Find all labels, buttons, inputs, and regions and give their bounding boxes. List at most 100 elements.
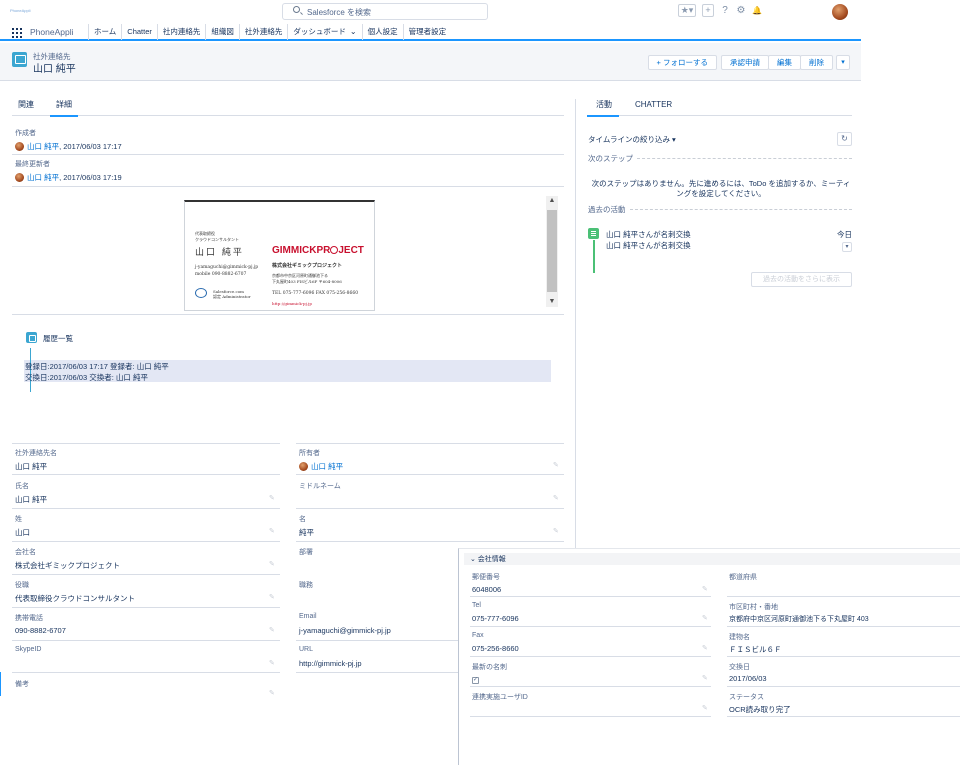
edit-pencil-icon[interactable]: ✎ — [269, 560, 275, 568]
note-label: 備考 — [15, 681, 29, 688]
latest-card-checkbox: ✓ — [472, 674, 479, 684]
building-label: 建物名 — [729, 634, 750, 641]
created-by-user-link[interactable]: 山口 純平 — [27, 142, 59, 151]
follow-button[interactable]: + フォローする — [647, 55, 717, 70]
nav-item-internal-contacts[interactable]: 社内連絡先 — [156, 24, 206, 40]
edit-pencil-icon[interactable]: ✎ — [702, 674, 708, 682]
show-more-activity-button[interactable]: 過去の活動をさらに表示 — [751, 272, 852, 287]
activity-item-menu-chevron-down-icon[interactable]: ▾ — [842, 242, 852, 252]
mobile-label: 携帯電話 — [15, 615, 43, 622]
owner-value: 山口 純平 — [299, 461, 343, 472]
dashed-divider — [630, 209, 852, 210]
tab-related[interactable]: 関連 — [12, 99, 40, 116]
middle-name-label: ミドルネーム — [299, 483, 341, 490]
no-next-steps-message-2: ングを設定してください。 — [676, 189, 766, 198]
activity-item-date: 今日 — [837, 230, 852, 239]
tel-value: 075-777-6096 — [472, 614, 519, 623]
timeline-filter-dropdown[interactable]: タイムラインの絞り込み ▾ — [588, 134, 676, 145]
tab-activity[interactable]: 活動 — [587, 99, 619, 117]
nav-item-external-contacts[interactable]: 社外連絡先 — [238, 24, 288, 40]
fax-value: 075-256-8660 — [472, 644, 519, 653]
company-info-section-header[interactable]: ⌄ 会社情報 — [464, 553, 960, 565]
modified-by-user-link[interactable]: 山口 純平 — [27, 173, 59, 182]
scrollbar-thumb[interactable] — [547, 210, 557, 292]
divider — [296, 508, 564, 509]
tab-details[interactable]: 詳細 — [50, 99, 78, 117]
card-brand-a: GIMMICKPR — [272, 245, 331, 256]
help-icon[interactable]: ? — [720, 5, 730, 16]
global-actions-plus-icon[interactable]: + — [702, 4, 714, 17]
edit-button[interactable]: 編集 — [768, 55, 801, 70]
nav-item-chatter[interactable]: Chatter — [121, 24, 157, 40]
edit-pencil-icon[interactable]: ✎ — [269, 626, 275, 634]
chevron-down-icon[interactable]: ⌄ — [350, 27, 357, 36]
edit-pencil-icon[interactable]: ✎ — [269, 593, 275, 601]
prefecture-label: 都道府県 — [729, 574, 757, 581]
edit-pencil-icon[interactable]: ✎ — [553, 527, 559, 535]
edit-pencil-icon[interactable]: ✎ — [269, 689, 275, 697]
edit-pencil-icon[interactable]: ✎ — [702, 585, 708, 593]
nav-item-admin-settings[interactable]: 管理者設定 — [402, 24, 452, 40]
user-avatar[interactable] — [832, 4, 848, 20]
edit-pencil-icon[interactable]: ✎ — [269, 494, 275, 502]
delete-button[interactable]: 削除 — [800, 55, 833, 70]
postal-code-label: 郵便番号 — [472, 574, 500, 581]
more-actions-dropdown[interactable]: ▾ — [836, 55, 850, 70]
nav-item-dashboard[interactable]: ダッシュボード ⌄ — [287, 24, 361, 40]
scroll-up-arrow-icon[interactable]: ▲ — [546, 196, 558, 206]
activity-item-subtitle: 山口 純平さんが名刺交換 — [606, 241, 691, 250]
tel-label: Tel — [472, 602, 481, 609]
card-title-small2: クラウドコンサルタント — [195, 237, 239, 242]
global-search-input[interactable]: Salesforce を検索 — [282, 3, 488, 20]
created-by-value: 山口 純平, 2017/06/03 17:17 — [15, 141, 122, 152]
edit-pencil-icon[interactable]: ✎ — [269, 659, 275, 667]
url-link[interactable]: http://gimmick-pj.jp — [299, 659, 362, 668]
divider — [296, 474, 564, 475]
scroll-down-arrow-icon[interactable]: ▼ — [546, 297, 558, 307]
email-label: Email — [299, 613, 317, 620]
contact-name-label: 社外連絡先名 — [15, 450, 57, 457]
refresh-icon[interactable]: ↻ — [837, 132, 852, 146]
edit-pencil-icon[interactable]: ✎ — [269, 527, 275, 535]
position-label: 職務 — [299, 582, 313, 589]
activity-item-title-link[interactable]: 山口 純平さんが名刺交換 — [606, 229, 691, 240]
edit-pencil-icon[interactable]: ✎ — [553, 494, 559, 502]
email-value: j-yamaguchi@gimmick-pj.jp — [299, 626, 391, 635]
divider — [727, 686, 960, 687]
setup-gear-icon[interactable]: ⚙ — [736, 5, 746, 16]
dashed-divider — [637, 158, 852, 159]
card-tel: TEL 075-777-6096 FAX 075-256-8660 — [272, 291, 359, 296]
header-icons: ★▾ + ? ⚙ 🔔 — [678, 4, 762, 17]
nav-item-home[interactable]: ホーム — [88, 24, 121, 40]
modified-by-value: 山口 純平, 2017/06/03 17:19 — [15, 172, 122, 183]
activity-task-icon — [588, 228, 599, 239]
divider — [296, 541, 564, 542]
next-steps-heading: 次のステップ — [588, 154, 633, 163]
notifications-bell-icon[interactable]: 🔔 — [752, 5, 762, 16]
app-launcher-icon[interactable] — [12, 28, 22, 38]
edit-pencil-icon[interactable]: ✎ — [702, 644, 708, 652]
company-info-section-title: ⌄ 会社情報 — [470, 556, 506, 563]
nav-item-personal-settings[interactable]: 個人設定 — [361, 24, 403, 40]
edit-pencil-icon[interactable]: ✎ — [702, 614, 708, 622]
fullname-label: 氏名 — [15, 483, 29, 490]
activity-timeline-line — [593, 240, 595, 273]
divider — [296, 443, 564, 444]
skype-label: SkypeID — [15, 646, 42, 653]
nav-item-org-chart[interactable]: 組織図 — [205, 24, 239, 40]
created-date: , 2017/06/03 17:17 — [59, 142, 122, 151]
edit-pencil-icon[interactable]: ✎ — [702, 704, 708, 712]
edit-owner-icon[interactable]: ✎ — [553, 461, 559, 469]
card-mobile: mobile 090-8882-6707 — [195, 272, 247, 277]
org-logo[interactable]: PhoneAppli — [10, 8, 30, 13]
divider — [296, 672, 458, 673]
submit-approval-button[interactable]: 承認申請 — [721, 55, 769, 70]
card-url: http://gimmick-pj.jp — [272, 301, 312, 306]
card-company: 株式会社ギミックプロジェクト — [272, 263, 343, 269]
past-activity-heading: 過去の活動 — [588, 205, 626, 214]
url-label: URL — [299, 646, 314, 653]
owner-user-link[interactable]: 山口 純平 — [311, 462, 343, 471]
favorites-star-icon[interactable]: ★▾ — [678, 4, 696, 17]
tab-chatter[interactable]: CHATTER — [629, 99, 678, 116]
title-value: 代表取締役クラウドコンサルタント — [15, 594, 135, 603]
